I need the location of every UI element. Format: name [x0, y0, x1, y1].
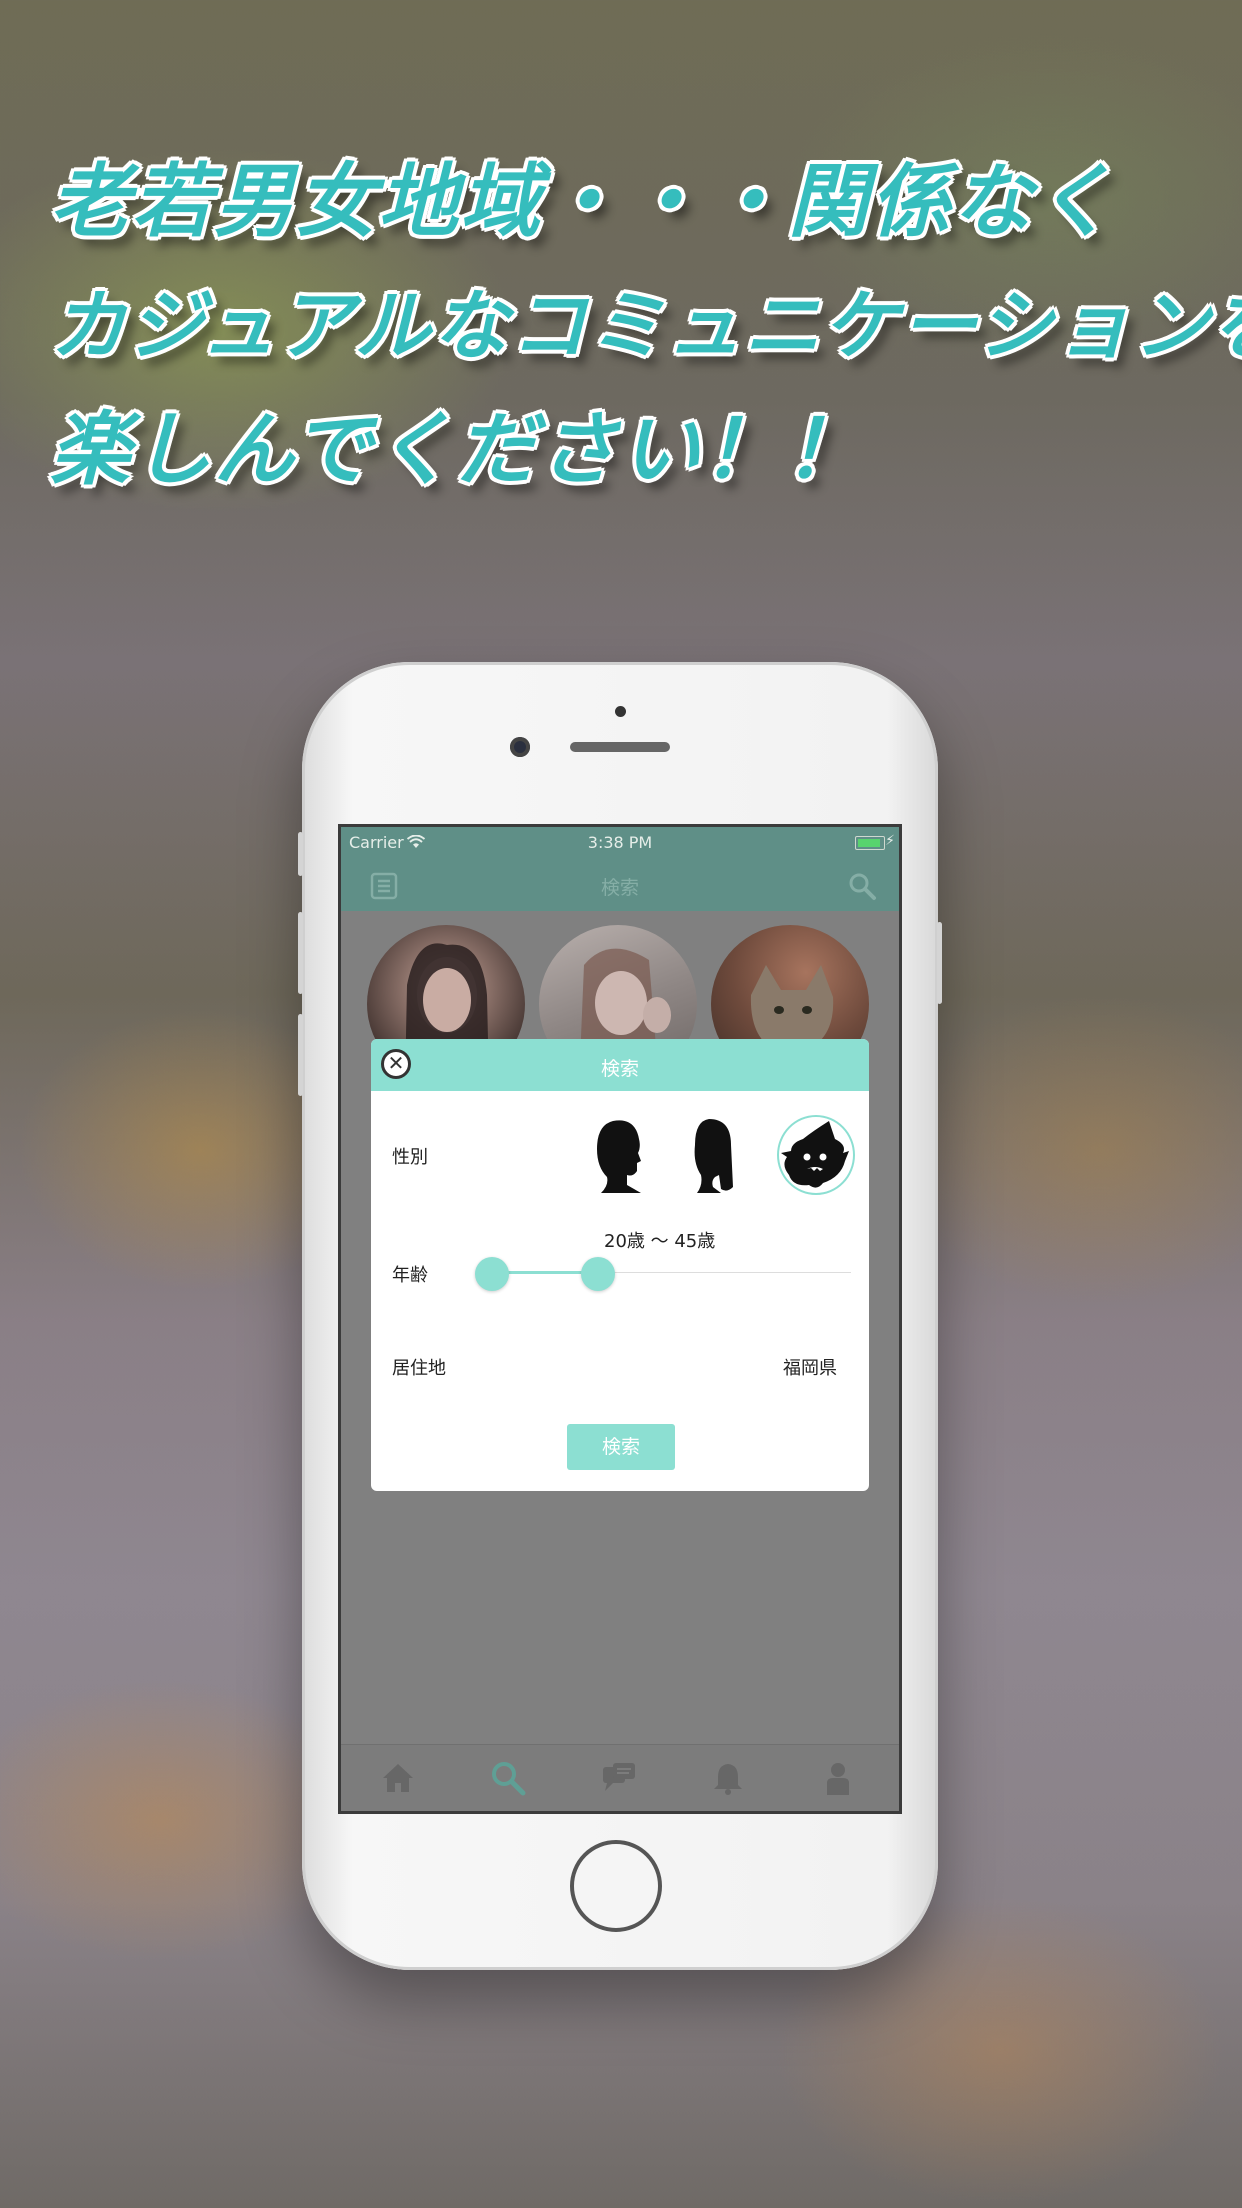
app-screen: Carrier 3:38 PM ⚡ 検索 ✕ 検索 性別 20歳 〜 45歳 年… [338, 824, 902, 1814]
ghost-witch-icon[interactable] [777, 1115, 855, 1195]
nav-bar: 検索 [341, 857, 899, 911]
charging-icon: ⚡ [885, 833, 895, 849]
phone-frame: Carrier 3:38 PM ⚡ 検索 ✕ 検索 性別 20歳 〜 45歳 年… [298, 662, 942, 1970]
modal-header: ✕ 検索 [371, 1039, 869, 1091]
earpiece-speaker [570, 742, 670, 752]
age-range-value: 20歳 〜 45歳 [604, 1231, 716, 1252]
promo-headline: 老若男女地域・・・関係なく カジュアルなコミュニケーションを 楽しんでください！… [50, 140, 1242, 512]
male-silhouette-icon[interactable] [583, 1115, 657, 1195]
bell-icon[interactable] [709, 1759, 747, 1797]
battery-icon [855, 836, 885, 850]
front-camera [510, 737, 530, 757]
power-button [937, 922, 942, 1004]
female-silhouette-icon[interactable] [673, 1115, 747, 1195]
age-slider-max-thumb[interactable] [581, 1257, 615, 1291]
headline-line-3: 楽しんでください！！ [50, 403, 866, 496]
mute-switch [298, 832, 303, 876]
location-label: 居住地 [392, 1358, 446, 1379]
age-label: 年齢 [392, 1265, 428, 1286]
status-bar: Carrier 3:38 PM ⚡ [341, 827, 899, 857]
modal-title: 検索 [600, 1058, 639, 1080]
search-modal: ✕ 検索 性別 20歳 〜 45歳 年齢 居住地 福岡県 検索 [371, 1039, 869, 1491]
volume-down-button [298, 1014, 303, 1096]
headline-line-1: 老若男女地域・・・関係なく [50, 155, 1116, 248]
home-button[interactable] [570, 1840, 662, 1932]
chat-icon[interactable] [599, 1759, 637, 1797]
gender-label: 性別 [392, 1147, 428, 1168]
location-value[interactable]: 福岡県 [783, 1354, 837, 1380]
age-slider-min-thumb[interactable] [475, 1257, 509, 1291]
person-icon[interactable] [819, 1759, 857, 1797]
status-time: 3:38 PM [587, 833, 653, 852]
headline-line-2: カジュアルなコミュニケーションを [50, 281, 1242, 370]
proximity-sensor [615, 706, 626, 717]
nav-title: 検索 [600, 877, 639, 899]
search-icon[interactable] [847, 871, 877, 901]
search-button[interactable]: 検索 [567, 1424, 675, 1470]
user-avatar-list [367, 925, 887, 1083]
tab-bar [341, 1744, 899, 1811]
search-icon[interactable] [489, 1759, 527, 1797]
home-icon[interactable] [379, 1759, 417, 1797]
volume-up-button [298, 912, 303, 994]
